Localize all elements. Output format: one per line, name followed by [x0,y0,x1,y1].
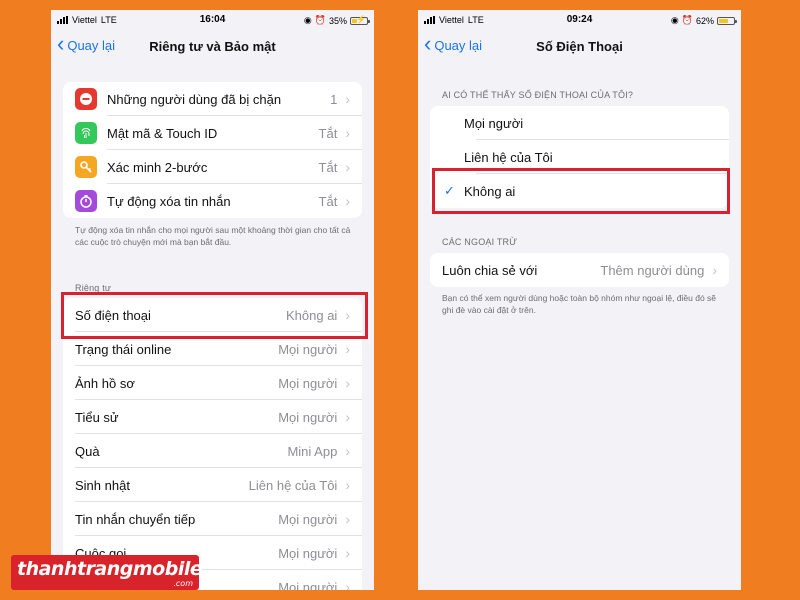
minus-circle-icon [75,88,97,110]
logo-text: thanhtrangmobile [17,558,203,580]
row-value: Mọi người [278,545,338,561]
battery-percent: 62% [695,15,714,26]
chevron-right-icon: › [712,262,717,278]
visibility-options-group: Mọi người Liên hệ của Tôi ✓ Không ai [430,106,729,208]
visibility-option[interactable]: Liên hệ của Tôi [430,140,729,174]
chevron-right-icon: › [345,125,350,141]
logo-domain: .com [173,579,193,588]
row-value: Mọi người [278,511,338,527]
exceptions-group: Luôn chia sẻ với Thêm người dùng › [430,253,729,287]
privacy-row[interactable]: Số điện thoại Không ai › [63,298,362,332]
privacy-row[interactable]: Ảnh hồ sơ Mọi người › [63,366,362,400]
phone-screen-phone-number: Viettel LTE 09:24 ◉ ⏰ 62% ‹ Quay lại Số … [418,10,741,590]
visibility-option[interactable]: ✓ Không ai [430,174,729,208]
row-value: Mọi người [278,409,338,425]
back-button[interactable]: ‹ Quay lại [57,31,116,56]
exceptions-section-header: CÁC NGOẠI TRỪ [442,237,518,247]
exceptions-footnote: Bạn có thể xem người dùng hoặc toàn bộ n… [442,293,717,315]
option-label: Liên hệ của Tôi [464,149,553,165]
location-icon: ◉ [670,15,679,25]
back-label: Quay lại [67,38,116,53]
status-bar: Viettel LTE 09:24 ◉ ⏰ 62% [418,10,741,32]
location-icon: ◉ [303,15,312,25]
battery-percent: 35% [328,15,347,26]
nav-bar: ‹ Quay lại Riêng tư và Bảo mật [51,32,374,62]
row-label: Ảnh hồ sơ [75,375,135,391]
always-share-row[interactable]: Luôn chia sẻ với Thêm người dùng › [430,253,729,287]
chevron-right-icon: › [345,307,350,323]
row-label: Quà [75,443,100,459]
timer-icon [75,190,97,212]
row-label: Tin nhắn chuyển tiếp [75,511,196,527]
chevron-right-icon: › [345,375,350,391]
row-value: Không ai [286,307,338,323]
row-value: Mọi người [278,579,338,591]
settings-row[interactable]: Những người dùng đã bị chặn 1 › [63,82,362,116]
battery-icon: ⚡ [350,14,370,25]
nav-bar: ‹ Quay lại Số Điện Thoại [418,32,741,62]
row-value: Tắt [318,125,338,141]
auto-delete-footnote: Tự động xóa tin nhắn cho mọi người sau m… [75,225,351,247]
visibility-option[interactable]: Mọi người [430,106,729,140]
chevron-right-icon: › [345,579,350,590]
chevron-right-icon: › [345,511,350,527]
row-value: Mọi người [278,341,338,357]
option-label: Không ai [464,183,516,199]
row-label: Tiểu sử [75,409,119,425]
settings-row[interactable]: Mật mã & Touch ID Tắt › [63,116,362,150]
privacy-row[interactable]: Tiểu sử Mọi người › [63,400,362,434]
brand-logo: thanhtrangmobile .com [11,555,203,590]
key-icon [75,156,97,178]
back-label: Quay lại [434,38,483,53]
battery-icon [717,16,737,25]
row-label: Tự động xóa tin nhắn [107,193,231,209]
security-group: Những người dùng đã bị chặn 1 › Mật mã & To… [63,82,362,218]
row-label: Xác minh 2-bước [107,159,208,175]
chevron-left-icon: ‹ [57,31,65,56]
chevron-right-icon: › [345,409,350,425]
row-label: Mật mã & Touch ID [107,125,218,141]
chevron-right-icon: › [345,443,350,459]
chevron-right-icon: › [345,545,350,561]
option-label: Mọi người [464,115,524,131]
row-label: Luôn chia sẻ với [442,262,538,278]
row-value: Mini App [287,443,338,459]
privacy-section-header: Riêng tư [75,283,112,293]
row-label: Những người dùng đã bị chặn [107,91,282,107]
alarm-icon: ⏰ [681,15,693,25]
row-value: 1 [330,91,338,107]
privacy-row[interactable]: Trạng thái online Mọi người › [63,332,362,366]
chevron-right-icon: › [345,193,350,209]
settings-row[interactable]: Tự động xóa tin nhắn Tắt › [63,184,362,218]
row-value: Thêm người dùng [600,262,705,278]
privacy-row[interactable]: Sinh nhật Liên hệ của Tôi › [63,468,362,502]
alarm-icon: ⏰ [314,15,326,25]
checkmark-icon: ✓ [444,183,455,198]
charging-icon: ⚡ [356,14,366,24]
status-bar: Viettel LTE 16:04 ◉ ⏰ 35% ⚡ [51,10,374,32]
row-value: Tắt [318,193,338,209]
fingerprint-icon [75,122,97,144]
chevron-right-icon: › [345,341,350,357]
row-label: Sinh nhật [75,477,130,493]
privacy-row[interactable]: Tin nhắn chuyển tiếp Mọi người › [63,502,362,536]
privacy-group: Số điện thoại Không ai › Trạng thái online M… [63,298,362,590]
settings-row[interactable]: Xác minh 2-bước Tắt › [63,150,362,184]
visibility-section-header: AI CÓ THỂ THẤY SỐ ĐIỆN THOẠI CỦA TÔI? [442,90,634,100]
chevron-right-icon: › [345,477,350,493]
row-label: Số điện thoại [75,307,151,323]
row-value: Tắt [318,159,338,175]
phone-screen-privacy: Viettel LTE 16:04 ◉ ⏰ 35% ⚡ ‹ Quay lại R… [51,10,374,590]
chevron-right-icon: › [345,159,350,175]
row-value: Liên hệ của Tôi [248,477,338,493]
privacy-row[interactable]: Quà Mini App › [63,434,362,468]
row-value: Mọi người [278,375,338,391]
chevron-left-icon: ‹ [424,31,432,56]
back-button[interactable]: ‹ Quay lại [424,31,483,56]
chevron-right-icon: › [345,91,350,107]
row-label: Trạng thái online [75,341,172,357]
